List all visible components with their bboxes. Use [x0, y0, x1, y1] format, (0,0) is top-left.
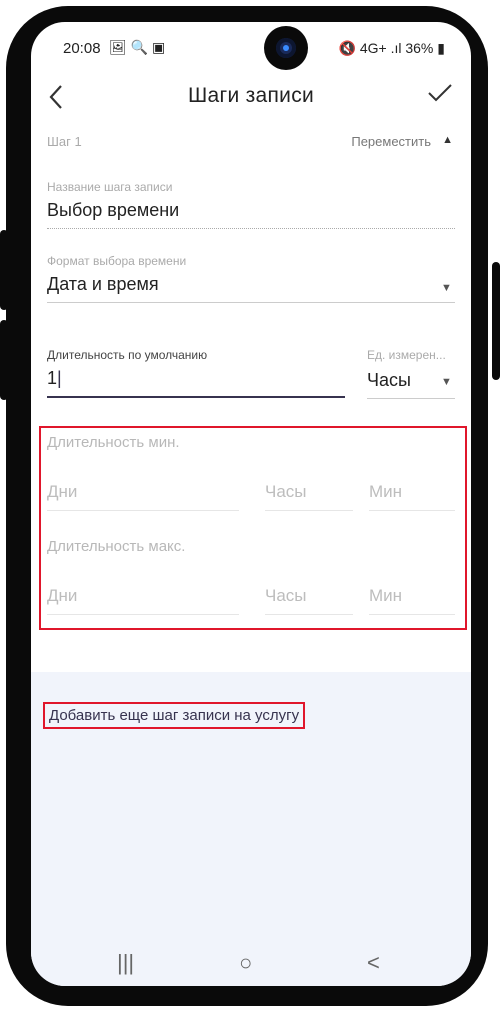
power-button: [492, 262, 500, 380]
check-icon[interactable]: [427, 82, 453, 111]
text-cursor: |: [57, 368, 62, 388]
step-name-input[interactable]: Выбор времени: [47, 200, 179, 221]
min-minutes-underline: [369, 510, 455, 511]
chevron-down-icon[interactable]: ▼: [441, 282, 452, 294]
min-days-underline: [47, 510, 239, 511]
time-format-label: Формат выбора времени: [47, 254, 187, 268]
step-header: Шаг 1 Переместить ▲: [47, 134, 455, 156]
max-hours-input[interactable]: Часы: [265, 586, 307, 606]
move-button[interactable]: Переместить: [351, 134, 431, 149]
max-duration-label: Длительность макс.: [47, 538, 186, 555]
screen: 20:08 🖼 🔍 ▣ 🔇 4G+ .ıl 36% ▮ Шаги записи …: [31, 22, 471, 986]
default-duration-underline: [47, 396, 345, 398]
duration-range-highlight: [39, 426, 467, 630]
min-minutes-input[interactable]: Мин: [369, 482, 402, 502]
phone-frame: 20:08 🖼 🔍 ▣ 🔇 4G+ .ıl 36% ▮ Шаги записи …: [0, 0, 500, 1016]
max-hours-underline: [265, 614, 353, 615]
min-hours-underline: [265, 510, 353, 511]
status-time: 20:08: [63, 40, 101, 57]
battery-level: 36%: [405, 40, 434, 56]
signal-icons: 🔇 4G+ .ıl: [338, 40, 402, 56]
status-bar: 20:08 🖼 🔍 ▣ 🔇 4G+ .ıl 36% ▮: [31, 22, 471, 72]
time-format-select[interactable]: Дата и время: [47, 274, 159, 295]
system-nav-bar: ||| ○ <: [31, 942, 471, 986]
camera-icon: [276, 38, 296, 58]
unit-select[interactable]: Часы: [367, 370, 411, 391]
default-duration-value: 1: [47, 368, 58, 388]
unit-underline: [367, 398, 455, 399]
caret-up-icon[interactable]: ▲: [442, 134, 453, 146]
step-name-label: Название шага записи: [47, 180, 173, 194]
status-left-icons: 🖼 🔍 ▣: [109, 39, 166, 55]
add-step-label: Добавить еще шаг записи на услугу: [49, 707, 300, 724]
back-nav-icon[interactable]: <: [367, 950, 380, 976]
unit-chevron-down-icon[interactable]: ▼: [441, 376, 452, 388]
min-days-input[interactable]: Дни: [47, 482, 77, 502]
camera-notch: [264, 26, 308, 70]
home-icon[interactable]: ○: [239, 950, 252, 976]
default-duration-input[interactable]: 1|: [47, 368, 62, 389]
app-bar: Шаги записи: [31, 74, 471, 126]
min-hours-input[interactable]: Часы: [265, 482, 307, 502]
default-duration-label: Длительность по умолчанию: [47, 348, 208, 362]
unit-label: Ед. измерен...: [367, 348, 446, 362]
footer-area: Добавить еще шаг записи на услугу: [31, 672, 471, 942]
battery-icon: ▮: [437, 40, 445, 56]
min-duration-label: Длительность мин.: [47, 434, 180, 451]
step-label: Шаг 1: [47, 134, 82, 149]
recents-icon[interactable]: |||: [117, 950, 134, 976]
status-right: 🔇 4G+ .ıl 36% ▮: [339, 40, 445, 57]
add-step-button[interactable]: Добавить еще шаг записи на услугу: [43, 702, 306, 729]
max-days-underline: [47, 614, 239, 615]
page-title: Шаги записи: [187, 84, 315, 107]
max-minutes-underline: [369, 614, 455, 615]
max-minutes-input[interactable]: Мин: [369, 586, 402, 606]
step-name-underline: [47, 228, 455, 229]
max-days-input[interactable]: Дни: [47, 586, 77, 606]
time-format-underline: [47, 302, 455, 303]
